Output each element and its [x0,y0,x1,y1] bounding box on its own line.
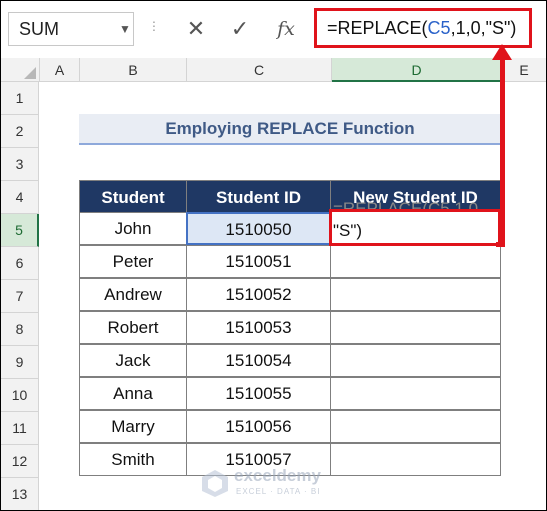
cell-d5-highlight-box [329,209,501,246]
enter-icon[interactable]: ✓ [227,15,253,43]
exceldemy-logo-icon [202,470,228,497]
name-box[interactable]: SUM ▼ [8,12,134,46]
cell-new-student-id[interactable] [330,245,501,278]
cell-new-student-id[interactable] [330,311,501,344]
column-header-bar: A B C D E [0,58,547,82]
name-box-value: SUM [19,19,59,39]
column-header-c[interactable]: C [187,58,332,82]
cell-student-id[interactable]: 1510053 [186,311,331,344]
annotation-arrow-head-icon [492,44,512,60]
column-header-d[interactable]: D [332,58,502,82]
cell-student-id[interactable]: 1510056 [186,410,331,443]
cell-student-id[interactable]: 1510055 [186,377,331,410]
formula-text: =REPLACE(C5,1,0,"S") [327,18,516,39]
cell-new-student-id[interactable] [330,443,501,476]
cell-student-id[interactable]: 1510051 [186,245,331,278]
row-header-6[interactable]: 6 [0,247,39,280]
cell-student[interactable]: Andrew [79,278,187,311]
cell-new-student-id[interactable] [330,377,501,410]
chevron-down-icon[interactable]: ▼ [117,19,133,39]
cell-student[interactable]: Anna [79,377,187,410]
formula-suffix: ,1,0,"S") [450,18,517,38]
row-header-2[interactable]: 2 [0,115,39,148]
row-header-7[interactable]: 7 [0,280,39,313]
formula-bar: SUM ▼ · · · ✕ ✓ fx =REPLACE(C5,1,0,"S") [0,0,547,58]
watermark: exceldemy EXCEL · DATA · BI [200,466,350,500]
row-header-1[interactable]: 1 [0,82,39,115]
select-all-corner[interactable] [1,58,40,82]
watermark-tagline: EXCEL · DATA · BI [236,487,321,496]
cell-new-student-id[interactable] [330,278,501,311]
cell-student[interactable]: Robert [79,311,187,344]
formula-cell-ref: C5 [427,18,451,38]
row-header-4[interactable]: 4 [0,181,39,214]
row-header-13[interactable]: 13 [0,478,39,511]
row-header-3[interactable]: 3 [0,148,39,181]
drag-handle-icon[interactable]: · · · [151,14,157,36]
column-header-b[interactable]: B [80,58,187,82]
cell-student[interactable]: Marry [79,410,187,443]
cell-student-id[interactable]: 1510054 [186,344,331,377]
header-student[interactable]: Student [79,180,187,213]
column-header-a[interactable]: A [40,58,80,82]
annotation-arrow-connector [496,242,505,247]
insert-function-button[interactable]: fx [271,15,301,43]
row-header-12[interactable]: 12 [0,445,39,478]
cell-student-id[interactable]: 1510052 [186,278,331,311]
cell-new-student-id[interactable] [330,344,501,377]
cell-new-student-id[interactable] [330,410,501,443]
watermark-name: exceldemy [234,466,321,485]
annotation-arrow-shaft [500,50,505,247]
row-header-5[interactable]: 5 [0,214,39,247]
sheet-title[interactable]: Employing REPLACE Function [79,114,501,145]
row-header-8[interactable]: 8 [0,313,39,346]
row-header-11[interactable]: 11 [0,412,39,445]
select-all-icon [24,67,36,79]
column-header-e[interactable]: E [502,58,547,82]
formula-prefix: =REPLACE( [327,18,428,38]
row-header-10[interactable]: 10 [0,379,39,412]
cell-student[interactable]: John [79,212,187,245]
header-student-id[interactable]: Student ID [186,180,331,213]
cell-student[interactable]: Smith [79,443,187,476]
cell-student-id-active[interactable]: 1510050 [186,212,331,245]
cell-student[interactable]: Peter [79,245,187,278]
cell-student[interactable]: Jack [79,344,187,377]
row-header-9[interactable]: 9 [0,346,39,379]
formula-input[interactable]: =REPLACE(C5,1,0,"S") [314,8,532,48]
cancel-icon[interactable]: ✕ [183,15,209,43]
